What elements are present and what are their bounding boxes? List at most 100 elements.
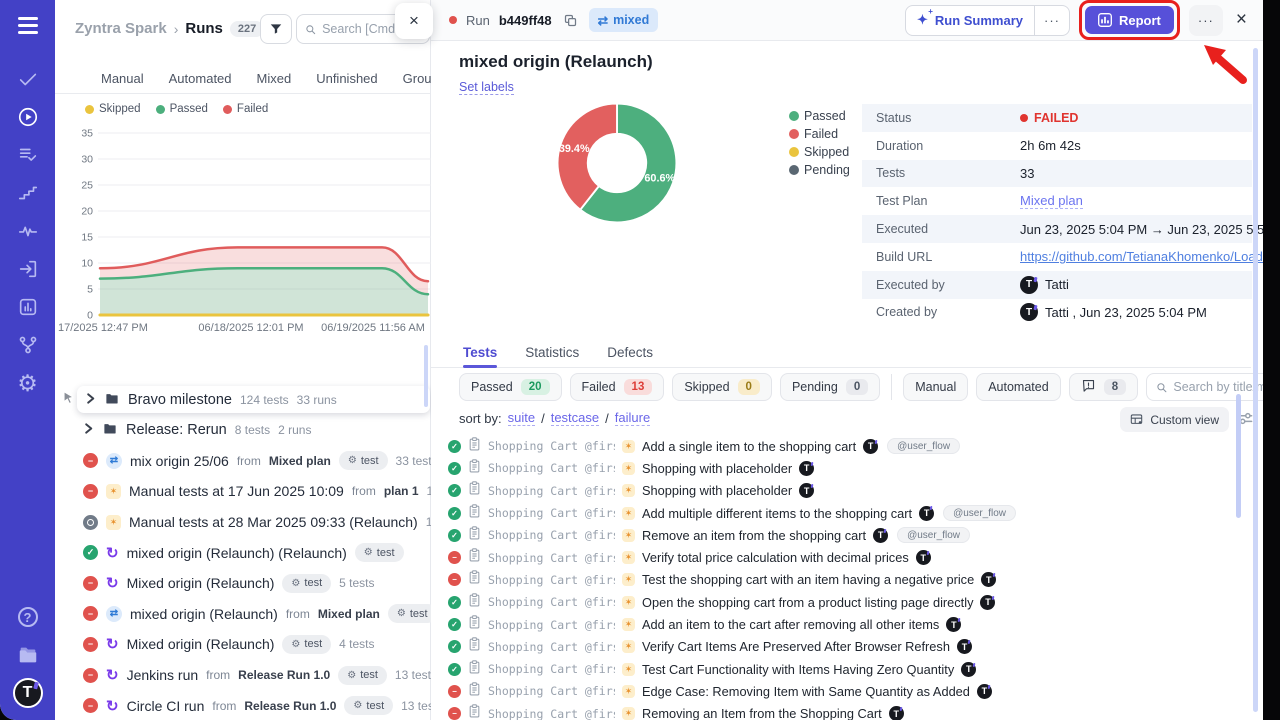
- run-plan-name[interactable]: Mixed plan: [269, 454, 331, 468]
- gear-icon: ⚙: [397, 608, 406, 619]
- runs-panel-scrollbar[interactable]: [424, 345, 428, 407]
- test-list-scrollbar[interactable]: [1236, 394, 1241, 518]
- run-group-row[interactable]: Release: Rerun8 tests2 runs: [55, 415, 430, 446]
- avatar: T: [946, 617, 961, 632]
- sort-separator: /: [541, 411, 545, 426]
- test-search: [1146, 373, 1263, 401]
- filter-chip-skipped[interactable]: Skipped0: [672, 373, 772, 401]
- help-button[interactable]: ?: [0, 598, 55, 636]
- avatar: T: [961, 662, 976, 677]
- comments-filter-chip[interactable]: 8: [1069, 373, 1138, 401]
- test-tag-chip: ⚙test: [338, 666, 387, 685]
- filter-chip-automated[interactable]: Automated: [976, 373, 1060, 401]
- sidebar-item-runs[interactable]: [0, 98, 55, 136]
- sort-by-failure[interactable]: failure: [615, 410, 650, 426]
- run-list-item[interactable]: −↻Circle CI runfromRelease Run 1.0⚙test1…: [55, 690, 430, 720]
- user-avatar-button[interactable]: T: [0, 674, 55, 712]
- filter-chip-pending[interactable]: Pending0: [780, 373, 880, 401]
- run-summary-more-button[interactable]: ···: [1035, 6, 1069, 35]
- menu-button[interactable]: [0, 6, 55, 44]
- run-list-item[interactable]: ✶Manual tests at 28 Mar 2025 09:33 (Rela…: [55, 507, 430, 538]
- sparkles-icon: ✦: [917, 12, 928, 28]
- filter-button[interactable]: [260, 14, 292, 44]
- custom-view-button[interactable]: Custom view: [1120, 407, 1229, 432]
- test-row[interactable]: ✓Shopping Cart @firs...✶Verify Cart Item…: [431, 636, 1251, 658]
- run-type-badge[interactable]: ⇄ mixed: [589, 8, 659, 32]
- manual-run-icon: ✶: [106, 484, 121, 499]
- tag-label: test: [377, 547, 395, 559]
- tab-defects[interactable]: Defects: [607, 337, 653, 367]
- report-label: Report: [1119, 13, 1161, 28]
- test-row[interactable]: −Shopping Cart @firs...✶Removing an Item…: [431, 703, 1251, 720]
- run-group-row[interactable]: Bravo milestone124 tests33 runs: [77, 386, 430, 413]
- relaunch-run-icon: ↻: [106, 635, 119, 653]
- run-summary-button[interactable]: ✦ Run Summary: [906, 6, 1034, 35]
- build-url-link[interactable]: https://github.com/TetianaKhomenko/Load-…: [1020, 249, 1263, 264]
- run-list-item[interactable]: ✓↻mixed origin (Relaunch) (Relaunch)⚙tes…: [55, 537, 430, 568]
- filter-chip-failed[interactable]: Failed13: [570, 373, 665, 401]
- test-row[interactable]: ✓Shopping Cart @firs...✶Open the shoppin…: [431, 591, 1251, 613]
- clipboard-icon: [468, 682, 481, 701]
- test-row[interactable]: −Shopping Cart @firs...✶Test the shoppin…: [431, 569, 1251, 591]
- panel-scrollbar[interactable]: [1253, 48, 1258, 712]
- run-plan-name[interactable]: plan 1: [384, 484, 419, 498]
- expand-chevron[interactable]: [83, 422, 94, 438]
- legend-label: Failed: [804, 127, 838, 141]
- run-list-item[interactable]: −↻Mixed origin (Relaunch)⚙test5 tests: [55, 568, 430, 599]
- status-passed-icon: ✓: [448, 462, 461, 475]
- test-row[interactable]: ✓Shopping Cart @firs...✶Add an item to t…: [431, 613, 1251, 635]
- test-row[interactable]: −Shopping Cart @firs...✶Edge Case: Remov…: [431, 680, 1251, 702]
- chip-label: Failed: [582, 380, 616, 394]
- test-plan-link[interactable]: Mixed plan: [1020, 193, 1083, 209]
- test-row[interactable]: ✓Shopping Cart @firs...✶Add a single ite…: [431, 435, 1251, 457]
- tab-mixed[interactable]: Mixed: [257, 71, 292, 86]
- expand-chevron[interactable]: [85, 392, 96, 408]
- test-row[interactable]: ✓Shopping Cart @firs...✶Test Cart Functi…: [431, 658, 1251, 680]
- more-actions-button[interactable]: ···: [1189, 5, 1223, 36]
- run-list-item[interactable]: −↻Mixed origin (Relaunch)⚙test4 tests: [55, 629, 430, 660]
- set-labels-link[interactable]: Set labels: [459, 80, 514, 95]
- clipboard-icon: [468, 570, 481, 589]
- projects-button[interactable]: [0, 636, 55, 674]
- tab-unfinished[interactable]: Unfinished: [316, 71, 377, 86]
- sidebar-item-activity[interactable]: [0, 212, 55, 250]
- tab-automated[interactable]: Automated: [169, 71, 232, 86]
- tab-manual[interactable]: Manual: [101, 71, 144, 86]
- avatar: T: [980, 595, 995, 610]
- report-button[interactable]: Report: [1085, 6, 1174, 34]
- run-plan-name[interactable]: Release Run 1.0: [238, 668, 330, 682]
- test-row[interactable]: ✓Shopping Cart @firs...✶Shopping with pl…: [431, 480, 1251, 502]
- sidebar-item-shared-steps[interactable]: [0, 136, 55, 174]
- sort-by-suite[interactable]: suite: [508, 410, 535, 426]
- breadcrumb-project[interactable]: Zyntra Spark: [75, 20, 167, 37]
- cursor-icon: [62, 391, 75, 405]
- run-plan-name[interactable]: Mixed plan: [318, 607, 380, 621]
- sidebar-item-requirements[interactable]: [0, 250, 55, 288]
- test-row[interactable]: ✓Shopping Cart @firs...✶Remove an item f…: [431, 524, 1251, 546]
- run-plan-name[interactable]: Release Run 1.0: [244, 699, 336, 713]
- panel-close-button[interactable]: ×: [395, 3, 433, 39]
- tab-tests[interactable]: Tests: [463, 337, 497, 367]
- run-list-item[interactable]: −⇄mixed origin (Relaunch)fromMixed plan⚙…: [55, 599, 430, 630]
- tab-statistics[interactable]: Statistics: [525, 337, 579, 367]
- sidebar-item-reports[interactable]: [0, 288, 55, 326]
- test-row[interactable]: ✓Shopping Cart @firs...✶Shopping with pl…: [431, 457, 1251, 479]
- sort-by-testcase[interactable]: testcase: [551, 410, 599, 426]
- folder-icon: [17, 644, 39, 666]
- run-list-item[interactable]: −↻Jenkins runfromRelease Run 1.0⚙test13 …: [55, 660, 430, 691]
- filter-chip-manual[interactable]: Manual: [903, 373, 968, 401]
- test-suite-path: Shopping Cart @firs...: [488, 551, 615, 565]
- copy-run-id-button[interactable]: [561, 11, 580, 30]
- sidebar-item-integrations[interactable]: [0, 326, 55, 364]
- sidebar-item-testcases[interactable]: [0, 60, 55, 98]
- sidebar-item-milestones[interactable]: [0, 174, 55, 212]
- close-detail-button[interactable]: ×: [1232, 9, 1251, 31]
- run-list-item[interactable]: −⇄mix origin 25/06fromMixed plan⚙test33 …: [55, 446, 430, 477]
- sidebar-item-settings[interactable]: ⚙: [0, 364, 55, 402]
- folder-icon: [104, 391, 120, 409]
- test-search-input[interactable]: [1173, 380, 1263, 394]
- filter-chip-passed[interactable]: Passed20: [459, 373, 562, 401]
- test-row[interactable]: −Shopping Cart @firs...✶Verify total pri…: [431, 546, 1251, 568]
- test-row[interactable]: ✓Shopping Cart @firs...✶Add multiple dif…: [431, 502, 1251, 524]
- run-list-item[interactable]: −✶Manual tests at 17 Jun 2025 10:09fromp…: [55, 476, 430, 507]
